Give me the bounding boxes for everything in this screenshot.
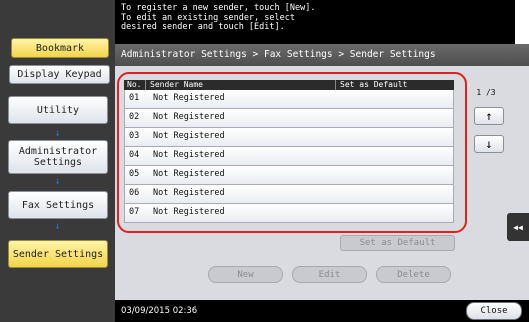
message-line: desired sender and touch [Edit].: [121, 22, 285, 32]
step-sender-settings-button[interactable]: Sender Settings: [8, 240, 108, 268]
display-keypad-button[interactable]: Display Keypad: [9, 65, 110, 84]
collapse-panel-tab[interactable]: ◀◀: [507, 213, 529, 241]
set-as-default-button[interactable]: Set as Default: [340, 235, 455, 251]
step-utility-button[interactable]: Utility: [8, 96, 108, 124]
datetime-display: 03/09/2015 02:36: [121, 306, 198, 316]
new-button[interactable]: New: [208, 266, 283, 283]
step-administrator-settings-button[interactable]: Administrator Settings: [8, 140, 108, 174]
arrow-up-icon: ↑: [485, 109, 493, 123]
close-button[interactable]: Close: [466, 302, 522, 320]
arrow-down-icon: ↓: [485, 137, 493, 151]
highlight-frame: [117, 72, 467, 233]
edit-button[interactable]: Edit: [292, 266, 367, 283]
delete-button[interactable]: Delete: [376, 266, 451, 283]
page-indicator: 1 /3: [476, 88, 496, 97]
instruction-message: To register a new sender, touch [New]. T…: [115, 0, 515, 44]
scroll-down-button[interactable]: ↓: [474, 135, 504, 153]
step-arrow-icon: ↓: [54, 176, 61, 187]
scroll-up-button[interactable]: ↑: [474, 107, 504, 125]
breadcrumb: Administrator Settings > Fax Settings > …: [115, 44, 529, 66]
step-arrow-icon: ↓: [54, 128, 61, 139]
step-fax-settings-button[interactable]: Fax Settings: [8, 191, 108, 219]
step-arrow-icon: ↓: [54, 221, 61, 232]
double-chevron-left-icon: ◀◀: [513, 222, 523, 232]
bookmark-button[interactable]: Bookmark: [11, 38, 109, 58]
